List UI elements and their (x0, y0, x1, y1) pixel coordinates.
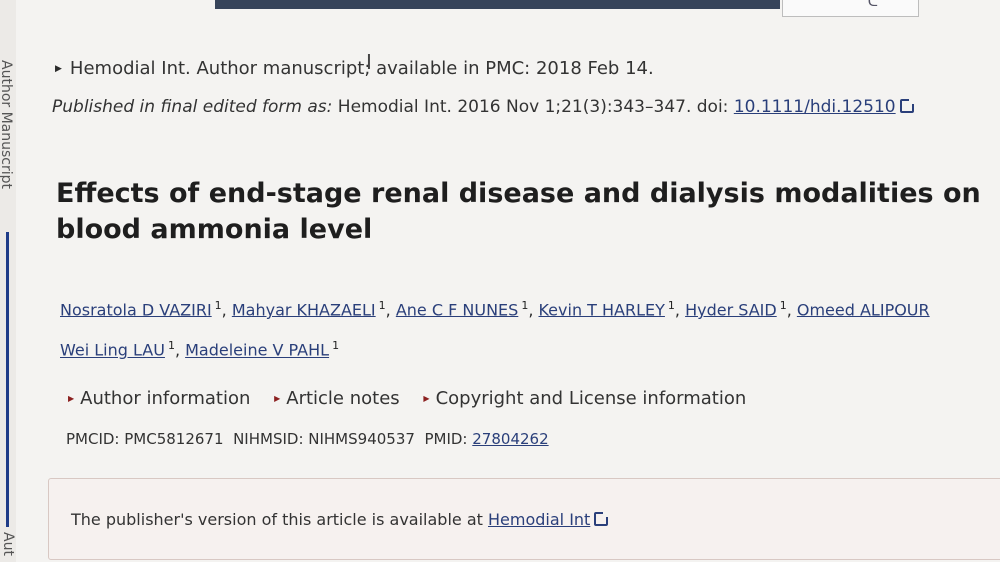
expand-triangle-icon: ▶ (423, 394, 430, 403)
author-list: Nosratola D VAZIRI 1, Mahyar KHAZAELI 1, A… (60, 299, 930, 360)
author-affiliation[interactable]: 1 (521, 299, 528, 312)
external-link-icon (594, 512, 609, 526)
article-notes-toggle[interactable]: ▶ Article notes (274, 388, 400, 409)
expand-triangle-icon: ▶ (68, 394, 75, 403)
pmcid: PMCID: PMC5812671 (66, 430, 224, 448)
side-label-bottom: Aut (0, 528, 20, 562)
article-identifiers: PMCID: PMC5812671 NIHMSID: NIHMS940537 P… (66, 430, 549, 448)
author-affiliation[interactable]: 1 (215, 299, 222, 312)
side-label-bottom-text: Aut (0, 532, 16, 556)
article-title: Effects of end-stage renal disease and d… (56, 178, 981, 245)
publisher-version-notice: The publisher's version of this article … (48, 478, 1000, 560)
author-information-toggle[interactable]: ▶ Author information (68, 388, 250, 409)
author-link[interactable]: Mahyar KHAZAELI (232, 300, 376, 319)
author-link[interactable]: Nosratola D VAZIRI (60, 300, 212, 319)
expand-triangle-icon: ▶ (274, 394, 281, 403)
pmid-label: PMID: (424, 430, 468, 448)
top-right-button[interactable]: ᑕ (782, 0, 919, 17)
author-link[interactable]: Kevin T HARLEY (538, 300, 664, 319)
expand-triangle-icon: ▶ (55, 64, 62, 74)
article-info-toggles: ▶ Author information ▶ Article notes ▶ Copy… (68, 388, 764, 409)
author-affiliation[interactable]: 1 (379, 299, 386, 312)
publisher-notice-text: The publisher's version of this article … (71, 510, 609, 529)
author-affiliation[interactable]: 1 (780, 299, 787, 312)
top-navigation-bar (215, 0, 780, 9)
published-citation: Published in final edited form as: Hemod… (52, 97, 914, 117)
toggle-label: Author information (80, 388, 251, 409)
author-link[interactable]: Wei Ling LAU (60, 341, 165, 360)
side-label-author-manuscript: Author Manuscript (0, 60, 18, 230)
publisher-notice-label: The publisher's version of this article … (71, 510, 488, 529)
manuscript-availability[interactable]: ▶ Hemodial Int. Author manuscript; availa… (55, 58, 654, 79)
author-link[interactable]: Hyder SAID (685, 300, 777, 319)
toggle-label: Copyright and License information (435, 388, 747, 409)
manuscript-text: Hemodial Int. Author manuscript; availab… (69, 58, 654, 79)
author-affiliation[interactable]: 1 (668, 299, 675, 312)
author-link[interactable]: Madeleine V PAHL (185, 341, 329, 360)
published-prefix: Published in final edited form as: (52, 97, 333, 117)
author-link[interactable]: Ane C F NUNES (396, 300, 518, 319)
doi-link[interactable]: 10.1111/hdi.12510 (734, 97, 896, 117)
author-affiliation[interactable]: 1 (332, 339, 339, 352)
external-link-icon (899, 99, 914, 113)
side-label-text: Author Manuscript (0, 60, 14, 190)
copyright-license-toggle[interactable]: ▶ Copyright and License information (423, 388, 746, 409)
author-link[interactable]: Omeed ALIPOUR (797, 300, 930, 319)
toggle-label: Article notes (286, 388, 400, 409)
pmid-link[interactable]: 27804262 (472, 430, 548, 448)
nihmsid: NIHMSID: NIHMS940537 (233, 430, 415, 448)
side-accent-line (6, 232, 9, 527)
text-cursor-icon: I (366, 50, 372, 74)
top-right-icon: ᑕ (867, 0, 878, 10)
publisher-link[interactable]: Hemodial Int (488, 510, 590, 529)
author-affiliation[interactable]: 1 (168, 339, 175, 352)
published-citation-text: Hemodial Int. 2016 Nov 1;21(3):343–347. … (332, 97, 734, 117)
